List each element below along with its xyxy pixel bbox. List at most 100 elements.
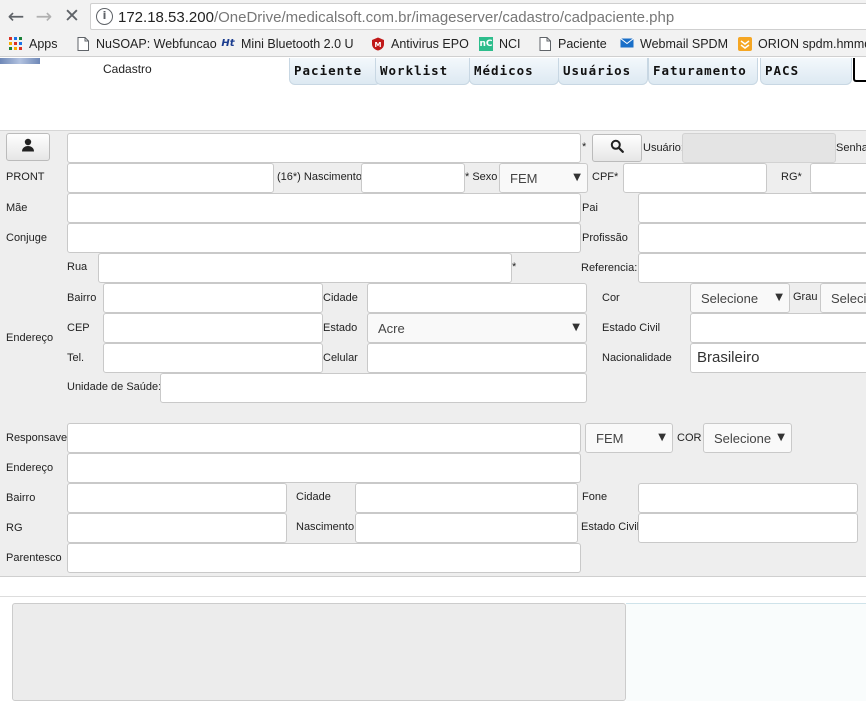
ht-logo-icon: Ht <box>221 38 235 49</box>
chevron-down-icon: ▼ <box>573 172 581 183</box>
responsavel-sexo-select[interactable]: FEM ▼ <box>585 423 673 453</box>
tab-usuarios[interactable]: Usuários <box>558 58 648 85</box>
stop-loading-icon[interactable]: ✕ <box>60 4 84 28</box>
cpf-input[interactable] <box>623 163 767 193</box>
page-icon <box>538 37 552 51</box>
patient-photo-button[interactable] <box>6 133 50 161</box>
address-bar[interactable]: i 172.18.53.200/OneDrive/medicalsoft.com… <box>90 3 866 30</box>
rg-label: RG* <box>781 171 802 183</box>
url-text: 172.18.53.200/OneDrive/medicalsoft.com.b… <box>118 9 675 26</box>
cor-value: Selecione <box>714 431 772 446</box>
unidade-saude-input[interactable] <box>160 373 587 403</box>
bairro-input[interactable] <box>103 283 323 313</box>
responsavel-cor-label: COR <box>677 432 702 444</box>
preview-area <box>626 603 866 701</box>
bookmark-paciente[interactable]: Paciente <box>538 37 607 51</box>
parentesco-label: Parentesco <box>6 552 62 564</box>
usuario-label: Usuário: <box>643 142 684 154</box>
svg-text:M: M <box>375 41 382 49</box>
bookmark-label: NCI <box>499 37 521 51</box>
bookmark-label: NuSOAP: Webfuncao <box>96 37 217 51</box>
pai-input[interactable] <box>638 193 866 223</box>
nascimento-label: (16*) Nascimento <box>277 171 362 183</box>
page-title: Cadastro <box>103 62 152 76</box>
pront-label: PRONT <box>6 171 45 183</box>
patient-name-input[interactable] <box>67 133 581 163</box>
tab-pacs[interactable]: PACS <box>760 58 852 85</box>
search-button[interactable] <box>592 134 642 162</box>
responsavel-input[interactable] <box>67 423 581 453</box>
bookmark-nci[interactable]: nC NCI <box>479 37 521 51</box>
bookmark-label: Antivirus EPO <box>391 37 469 51</box>
cidade-input[interactable] <box>367 283 587 313</box>
cor-value: Selecione <box>701 291 759 306</box>
profissao-input[interactable] <box>638 223 866 253</box>
chevron-down-icon: ▼ <box>572 322 580 333</box>
bookmark-apps[interactable]: Apps <box>9 37 58 51</box>
bairro-label: Bairro <box>67 292 97 304</box>
conjuge-label: Conjuge <box>6 232 47 244</box>
responsavel-bairro-label: Bairro <box>6 492 36 504</box>
responsavel-endereco-label: Endereço <box>6 462 54 474</box>
nacionalidade-input[interactable]: Brasileiro <box>690 343 866 373</box>
sexo-value: FEM <box>596 431 624 446</box>
bookmark-nusoap[interactable]: NuSOAP: Webfuncao <box>76 37 217 51</box>
estado-select[interactable]: Acre ▼ <box>367 313 587 343</box>
fone-input[interactable] <box>638 483 858 513</box>
chevron-down-icon: ▼ <box>775 292 783 303</box>
endereco-label: Endereço <box>6 332 54 344</box>
rg-input[interactable] <box>810 163 866 193</box>
bookmark-mini-bluetooth[interactable]: Ht Mini Bluetooth 2.0 US <box>221 37 353 51</box>
responsavel-endereco-input[interactable] <box>67 453 581 483</box>
forward-arrow-icon[interactable]: → <box>32 4 56 28</box>
usuario-field <box>682 133 836 163</box>
required-mark: * <box>512 261 517 273</box>
info-icon[interactable]: i <box>96 8 113 25</box>
sexo-select[interactable]: FEM ▼ <box>499 163 588 193</box>
tab-medicos[interactable]: Médicos <box>469 58 559 85</box>
logo <box>0 58 40 64</box>
nascimento-input[interactable] <box>361 163 465 193</box>
mae-input[interactable] <box>67 193 581 223</box>
grau-value: Selecione <box>831 291 866 306</box>
rua-label: Rua <box>67 261 88 273</box>
pront-input[interactable] <box>67 163 274 193</box>
estado-civil-label: Estado Civil <box>602 322 661 334</box>
search-icon <box>610 139 624 158</box>
tab-paciente[interactable]: Paciente <box>289 58 381 85</box>
celular-label: Celular <box>323 352 358 364</box>
responsavel-cor-select[interactable]: Selecione ▼ <box>703 423 792 453</box>
menu-toggle-button[interactable] <box>853 58 866 82</box>
tab-faturamento[interactable]: Faturamento <box>648 58 758 85</box>
responsavel-rg-input[interactable] <box>67 513 287 543</box>
responsavel-nascimento-label: Nascimento <box>296 521 355 533</box>
referencia-input[interactable] <box>638 253 866 283</box>
tab-worklist[interactable]: Worklist <box>375 58 470 85</box>
senha-label: Senha <box>836 142 866 154</box>
notes-area[interactable] <box>12 603 626 701</box>
estado-label: Estado <box>323 322 358 334</box>
cep-input[interactable] <box>103 313 323 343</box>
mail-icon <box>620 37 634 51</box>
responsavel-nascimento-input[interactable] <box>355 513 578 543</box>
conjuge-input[interactable] <box>67 223 581 253</box>
celular-input[interactable] <box>367 343 587 373</box>
bookmark-webmail-spdm[interactable]: Webmail SPDM <box>620 37 728 51</box>
estado-civil-input[interactable] <box>690 313 866 343</box>
back-arrow-icon[interactable]: ← <box>4 4 28 28</box>
responsavel-cidade-input[interactable] <box>355 483 578 513</box>
bookmark-label: Apps <box>29 37 58 51</box>
cor-select[interactable]: Selecione ▼ <box>690 283 790 313</box>
mae-label: Mãe <box>6 202 28 214</box>
cep-label: CEP <box>67 322 90 334</box>
responsavel-bairro-input[interactable] <box>67 483 287 513</box>
grau-select[interactable]: Selecione <box>820 283 866 313</box>
rua-input[interactable] <box>98 253 512 283</box>
tel-input[interactable] <box>103 343 323 373</box>
bookmark-orion[interactable]: ORION spdm.hmmd <box>738 37 866 51</box>
mcafee-shield-icon: M <box>371 37 385 51</box>
bookmark-antivirus-epo[interactable]: M Antivirus EPO <box>371 37 469 51</box>
responsavel-estado-civil-input[interactable] <box>638 513 858 543</box>
unidade-saude-label: Unidade de Saúde: <box>67 381 162 393</box>
parentesco-input[interactable] <box>67 543 581 573</box>
